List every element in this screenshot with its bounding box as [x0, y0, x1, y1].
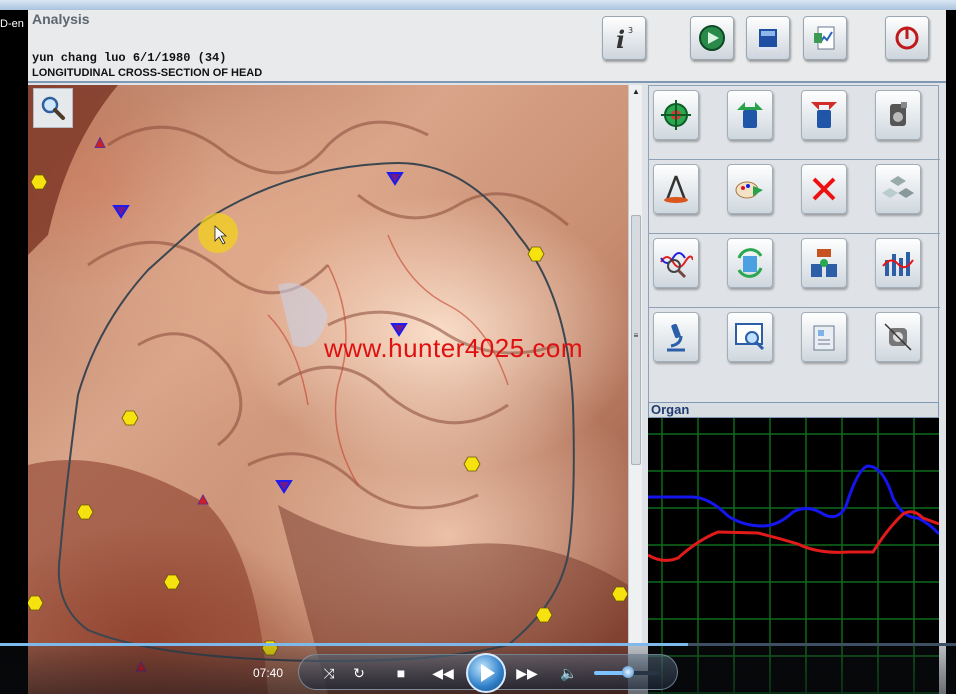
cubes-button[interactable]	[875, 164, 921, 214]
device-button[interactable]	[875, 312, 921, 362]
document-chart-icon	[814, 26, 835, 50]
fast-forward-icon: ▶▶	[516, 665, 538, 681]
power-icon	[895, 26, 919, 50]
power-button[interactable]	[885, 16, 929, 60]
wave-search-icon	[660, 252, 693, 279]
info-button[interactable]: i 3	[602, 16, 646, 60]
close-x-icon	[812, 177, 836, 201]
os-title-strip	[0, 0, 956, 10]
cubes-icon	[882, 176, 914, 198]
palette-arrow-icon	[735, 181, 763, 199]
stop-icon: ■	[396, 665, 406, 681]
tool-panel	[648, 85, 940, 403]
clipboard-icon	[813, 325, 835, 351]
shuffle-button[interactable]: ⤨	[316, 663, 342, 683]
book-icon	[759, 29, 777, 50]
cross-section-view[interactable]: www.hunter4025.com	[28, 85, 628, 694]
target-button[interactable]	[653, 90, 699, 140]
compass-button[interactable]	[653, 164, 699, 214]
svg-text:i: i	[616, 25, 625, 53]
container-icon	[890, 102, 907, 126]
rewind-button[interactable]: ◀◀	[430, 663, 456, 683]
speaker-icon: 🔈	[560, 665, 578, 681]
refresh-button[interactable]	[727, 238, 773, 288]
repeat-icon: ↻	[353, 665, 365, 681]
viewer-scrollbar[interactable]: ▲ ≡	[628, 85, 642, 645]
tool-row-2	[649, 160, 940, 234]
book-button[interactable]	[746, 16, 790, 60]
export-button[interactable]	[727, 90, 773, 140]
export-arrow-icon	[737, 102, 763, 128]
delete-button[interactable]	[801, 164, 847, 214]
elapsed-time: 07:40	[253, 666, 284, 680]
shuffle-icon: ⤨	[323, 665, 335, 681]
app-title: Analysis	[32, 11, 90, 27]
zoom-button[interactable]	[33, 88, 73, 128]
watermark: www.hunter4025.com	[324, 333, 584, 363]
import-arrow-icon	[811, 102, 837, 128]
stop-button[interactable]: ■	[388, 663, 414, 683]
tool-row-1	[649, 86, 940, 160]
header: Analysis yun chang luo 6/1/1980 (34) LON…	[28, 10, 946, 83]
side-tag: D-en	[0, 18, 24, 30]
target-icon	[661, 100, 691, 130]
clipboard-button[interactable]	[801, 312, 847, 362]
section-title: LONGITUDINAL CROSS-SECTION OF HEAD	[32, 67, 263, 79]
info-icon: i 3	[616, 25, 633, 53]
wave-search-button[interactable]	[653, 238, 699, 288]
microscope-button[interactable]	[653, 312, 699, 362]
magnify-window-button[interactable]	[727, 312, 773, 362]
play-analysis-button[interactable]	[690, 16, 734, 60]
play-button[interactable]	[466, 653, 506, 693]
play-icon	[481, 664, 495, 682]
container-button[interactable]	[875, 90, 921, 140]
mute-button[interactable]: 🔈	[556, 663, 582, 683]
palette-button[interactable]	[727, 164, 773, 214]
magnifier-icon	[41, 96, 65, 120]
graph-series-red	[647, 510, 940, 562]
exchange-icon	[811, 249, 837, 277]
brain-overlay	[28, 85, 628, 694]
scroll-grip-icon: ≡	[633, 331, 639, 340]
svg-text:3: 3	[628, 26, 633, 35]
device-icon	[884, 323, 912, 351]
repeat-button[interactable]: ↻	[346, 663, 372, 683]
exchange-button[interactable]	[801, 238, 847, 288]
organ-label: Organ	[648, 402, 939, 418]
fast-forward-button[interactable]: ▶▶	[514, 663, 540, 683]
import-button[interactable]	[801, 90, 847, 140]
refresh-cycle-icon	[737, 248, 763, 278]
play-circle-icon	[699, 25, 725, 51]
tool-row-4	[649, 308, 940, 382]
patient-info: yun chang luo 6/1/1980 (34)	[32, 51, 227, 65]
tool-row-3	[649, 234, 940, 308]
chart-bars-icon	[882, 252, 914, 276]
rewind-icon: ◀◀	[432, 665, 454, 681]
compass-icon	[664, 175, 688, 203]
chart-bars-button[interactable]	[875, 238, 921, 288]
magnify-window-icon	[735, 323, 765, 351]
screen: D-en Analysis yun chang luo 6/1/1980 (34…	[0, 0, 956, 694]
report-button[interactable]	[803, 16, 847, 60]
microscope-icon	[667, 323, 685, 352]
scroll-up-icon[interactable]: ▲	[631, 87, 641, 97]
